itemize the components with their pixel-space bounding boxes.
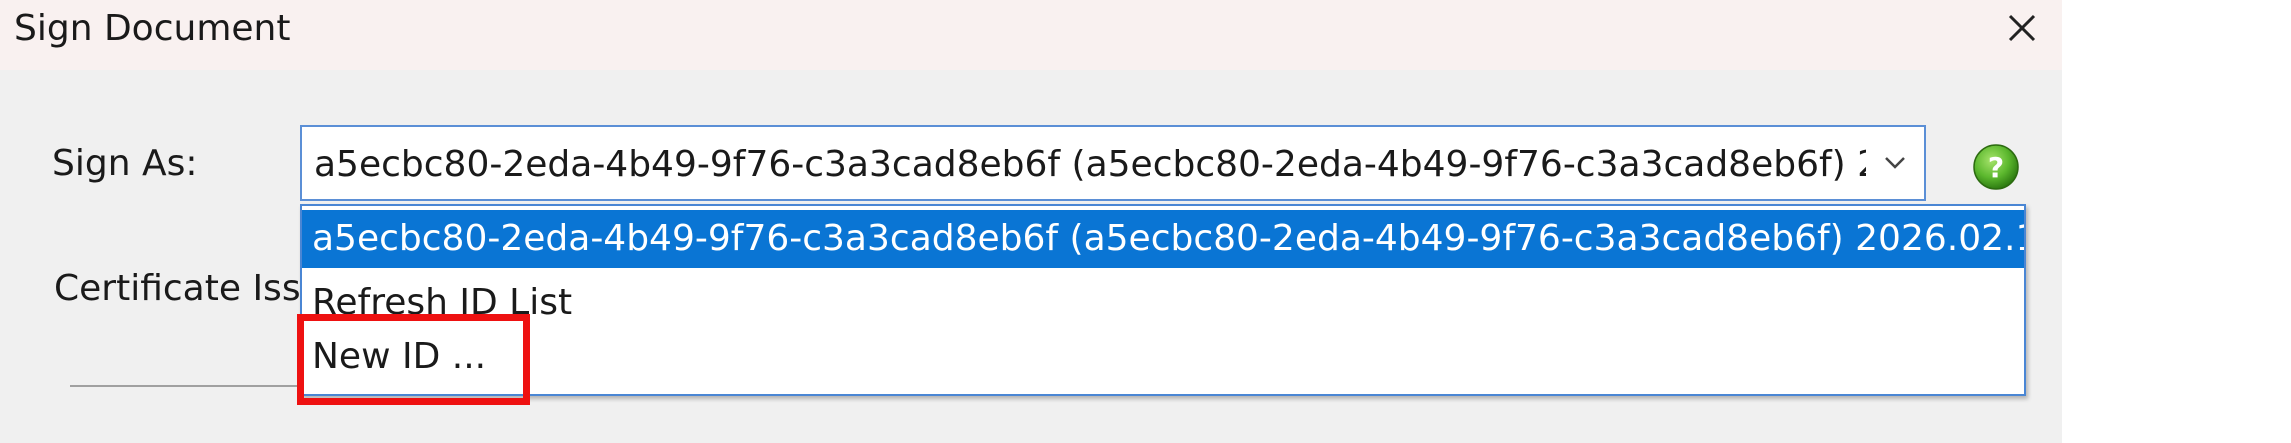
- certificate-issuer-label: Certificate Issu: [54, 268, 324, 309]
- combobox-arrow-button[interactable]: [1866, 127, 1924, 199]
- dropdown-option-new-id[interactable]: New ID ...: [302, 328, 2024, 386]
- sign-as-value: a5ecbc80-2eda-4b49-9f76-c3a3cad8eb6f (a5…: [314, 144, 1869, 185]
- dialog-title: Sign Document: [14, 8, 291, 49]
- sign-document-dialog: Sign Document Sign As: a5ecbc80-2eda-4b4…: [0, 0, 2062, 443]
- dropdown-option-current-id[interactable]: a5ecbc80-2eda-4b49-9f76-c3a3cad8eb6f (a5…: [302, 210, 2024, 268]
- dropdown-option-refresh-id-list[interactable]: Refresh ID List: [302, 274, 2024, 332]
- sign-as-dropdown-list: a5ecbc80-2eda-4b49-9f76-c3a3cad8eb6f (a5…: [300, 204, 2026, 396]
- divider: [70, 385, 310, 387]
- close-icon: [2008, 14, 2036, 42]
- chevron-down-icon: [1885, 157, 1905, 169]
- sign-as-combobox[interactable]: a5ecbc80-2eda-4b49-9f76-c3a3cad8eb6f (a5…: [300, 125, 1926, 201]
- title-bar: Sign Document: [0, 0, 2062, 70]
- help-button[interactable]: ?: [1971, 142, 2021, 192]
- close-button[interactable]: [1990, 6, 2050, 56]
- sign-as-label: Sign As:: [52, 143, 198, 184]
- help-icon: ?: [1973, 144, 2019, 190]
- svg-text:?: ?: [1988, 151, 2004, 184]
